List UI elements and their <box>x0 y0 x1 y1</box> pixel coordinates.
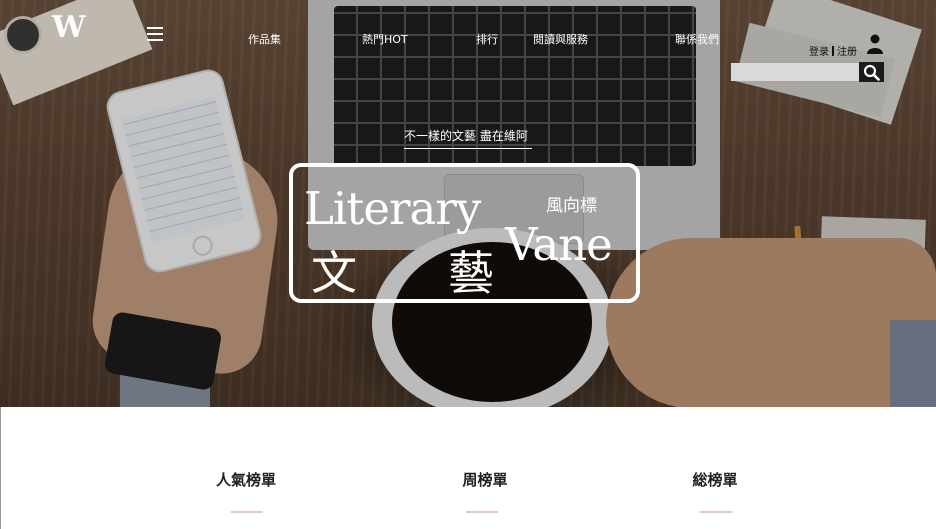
user-icon[interactable] <box>866 34 884 54</box>
tagline-underline <box>404 148 532 149</box>
ranking-popular-title[interactable]: 人氣榜單 <box>186 469 306 490</box>
hamburger-menu-icon[interactable] <box>147 27 163 41</box>
ranking-popular-underline <box>231 511 263 513</box>
nav-ranking[interactable]: 排行 <box>476 31 498 47</box>
brand-char-yi: 藝 <box>448 246 494 300</box>
nav-reading-services[interactable]: 閱讀與服務 <box>533 31 588 47</box>
brand-subtitle: 風向標 <box>546 196 597 216</box>
left-border-line <box>0 407 1 529</box>
brand-char-wen: 文 <box>311 246 357 300</box>
ranking-weekly-title[interactable]: 周榜單 <box>425 469 545 490</box>
ranking-overall-underline <box>700 511 732 513</box>
ranking-overall-title[interactable]: 総榜單 <box>655 469 775 490</box>
hero-tagline: 不一樣的文藝 盡在維阿 <box>404 129 528 143</box>
nav-portfolio[interactable]: 作品集 <box>248 31 281 47</box>
brand-word-literary: Literary <box>304 182 481 235</box>
register-link[interactable]: 注册 <box>837 47 857 58</box>
search-input[interactable] <box>731 63 859 81</box>
nav-contact[interactable]: 聯係我們 <box>675 31 719 47</box>
login-link[interactable]: 登录 <box>809 47 829 58</box>
brand-word-vane: Vane <box>505 218 613 271</box>
ranking-weekly-underline <box>466 511 498 513</box>
nav-hot[interactable]: 熱門HOT <box>362 31 408 47</box>
search-icon <box>863 64 880 81</box>
site-logo[interactable]: W <box>52 10 86 45</box>
auth-links: 登录 注册 <box>809 43 857 58</box>
auth-divider <box>832 46 834 56</box>
search-button[interactable] <box>859 62 884 82</box>
